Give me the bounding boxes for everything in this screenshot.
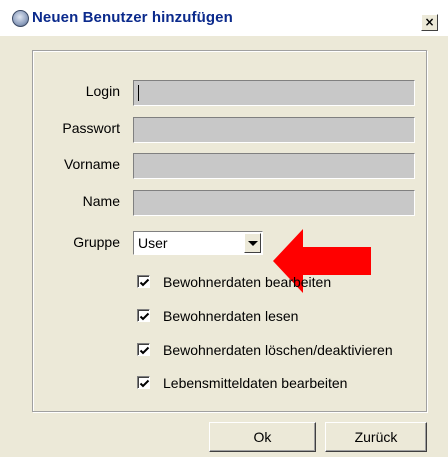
close-button[interactable]: ×	[421, 14, 438, 31]
group-dropdown-button[interactable]	[244, 233, 261, 253]
checkmark-icon	[139, 346, 150, 355]
firstname-label: Vorname	[63, 156, 120, 172]
text-caret	[138, 85, 139, 101]
permission-label: Bewohnerdaten bearbeiten	[163, 274, 332, 290]
group-select[interactable]: User	[133, 231, 263, 255]
password-label: Passwort	[62, 120, 120, 136]
title-bar[interactable]: Neuen Benutzer hinzufügen ×	[0, 0, 448, 36]
permission-label: Bewohnerdaten lesen	[163, 308, 299, 324]
group-label: Gruppe	[73, 234, 120, 250]
dialog-client-area: Login Passwort Vorname Name Gruppe User …	[0, 36, 448, 457]
checkbox-delete-residents[interactable]	[137, 343, 150, 356]
dialog-title: Neuen Benutzer hinzufügen	[32, 9, 233, 26]
permission-edit-residents[interactable]: Bewohnerdaten bearbeiten	[137, 274, 387, 292]
permission-delete-residents[interactable]: Bewohnerdaten löschen/deaktivieren	[137, 342, 427, 360]
permission-edit-food[interactable]: Lebensmitteldaten bearbeiten	[137, 375, 387, 393]
permission-label: Bewohnerdaten löschen/deaktivieren	[163, 342, 393, 358]
lastname-label: Name	[82, 193, 120, 209]
checkbox-edit-residents[interactable]	[137, 275, 150, 288]
checkmark-icon	[139, 278, 150, 287]
chevron-down-icon	[248, 241, 258, 246]
lastname-field[interactable]	[133, 190, 415, 216]
firstname-field[interactable]	[133, 153, 415, 179]
checkbox-edit-food[interactable]	[137, 376, 150, 389]
checkbox-read-residents[interactable]	[137, 309, 150, 322]
password-field[interactable]	[133, 117, 415, 143]
checkmark-icon	[139, 312, 150, 321]
checkmark-icon	[139, 379, 150, 388]
add-user-dialog: Neuen Benutzer hinzufügen × Login Passwo…	[0, 0, 448, 457]
back-button[interactable]: Zurück	[325, 422, 427, 452]
login-field[interactable]	[133, 80, 415, 106]
group-select-value: User	[138, 235, 168, 251]
permission-label: Lebensmitteldaten bearbeiten	[163, 375, 348, 391]
user-group-icon	[12, 10, 29, 27]
permission-read-residents[interactable]: Bewohnerdaten lesen	[137, 308, 387, 326]
login-label: Login	[85, 83, 120, 99]
ok-button[interactable]: Ok	[209, 422, 316, 452]
